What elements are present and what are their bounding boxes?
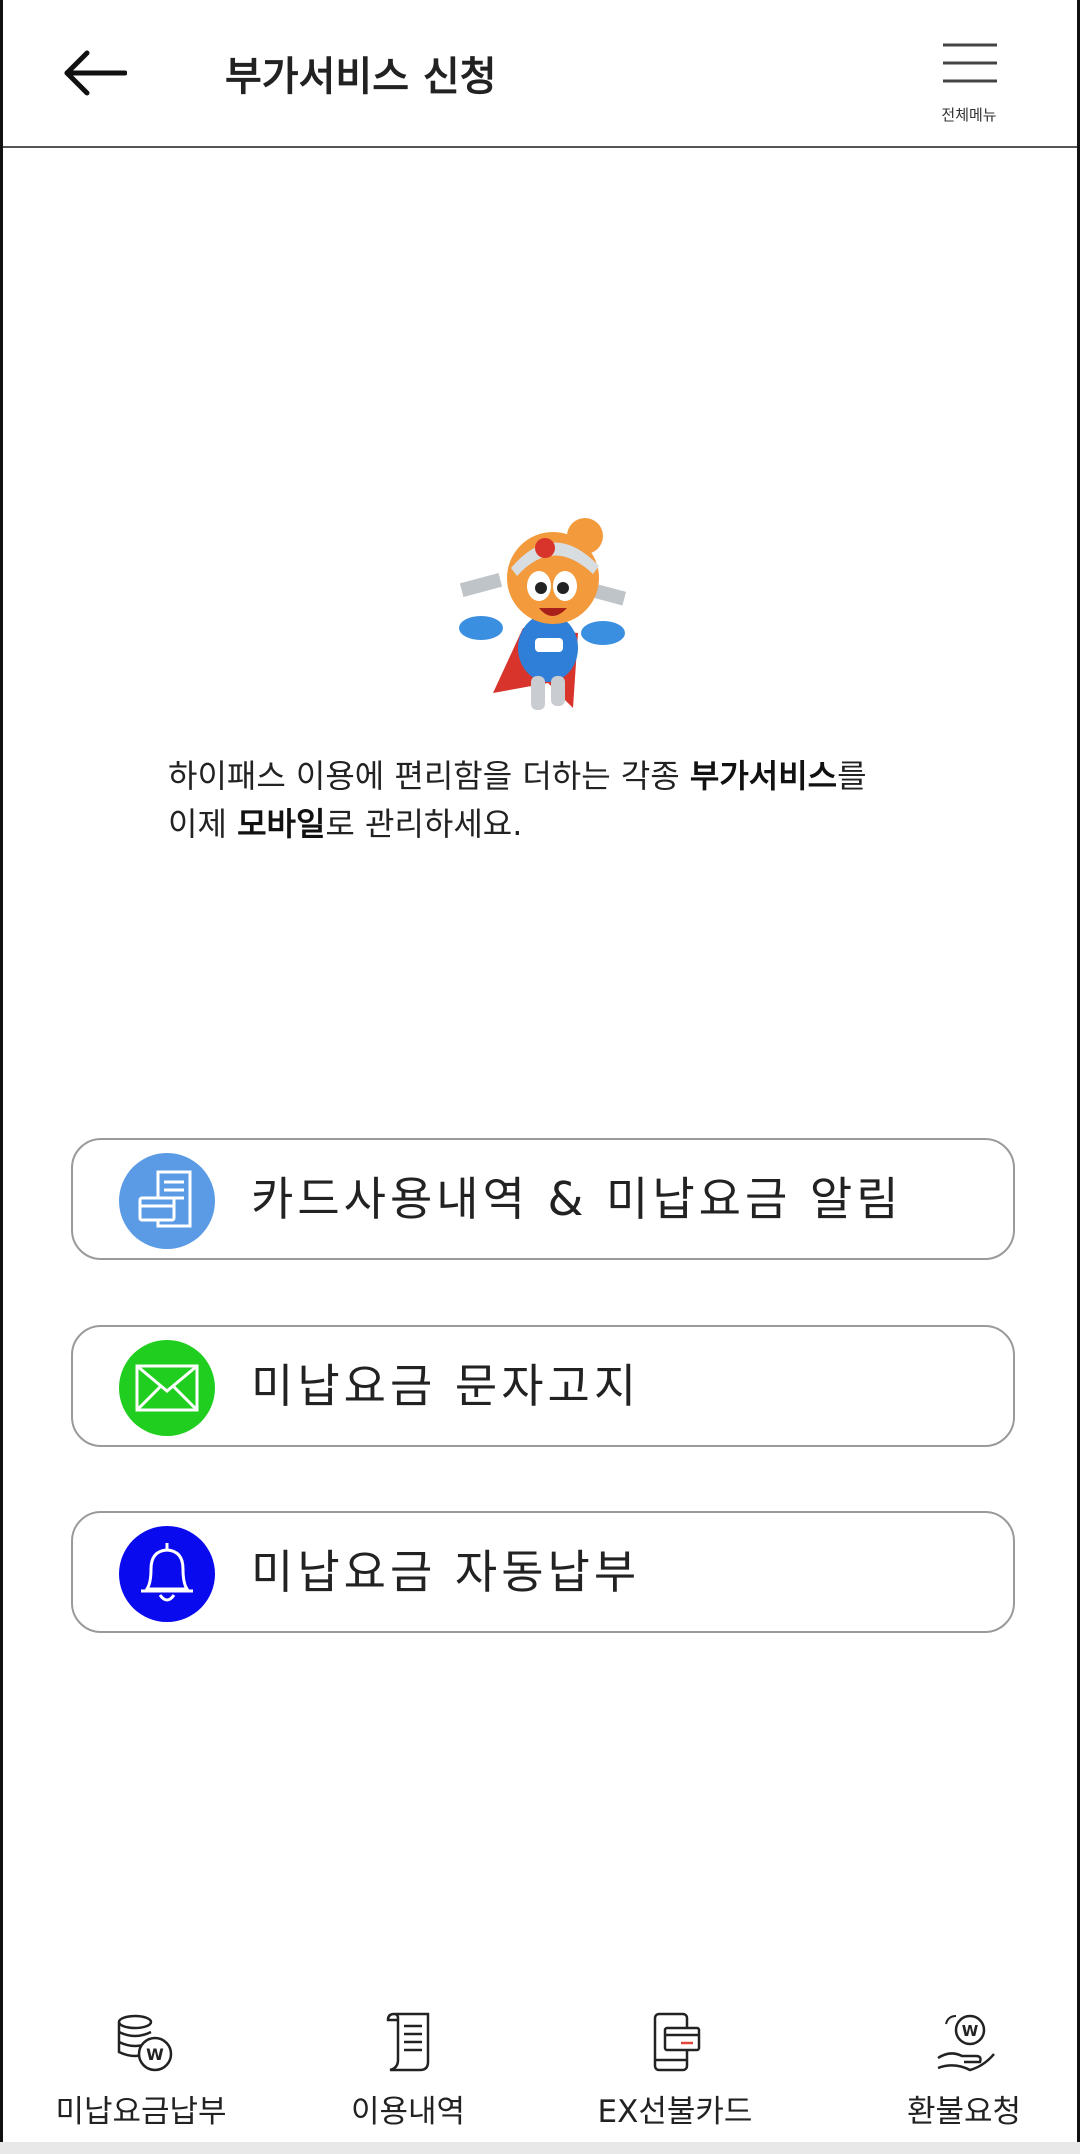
system-nav-strip [0, 2142, 1080, 2154]
nav-usage-history[interactable]: 이용내역 [288, 2000, 528, 2130]
full-menu-button[interactable]: 전체메뉴 [923, 38, 1015, 128]
nav-label: 이용내역 [350, 2094, 466, 2130]
intro-line-1: 하이패스 이용에 편리함을 더하는 각종 부가서비스를 [168, 757, 867, 795]
card-receipt-icon [119, 1153, 215, 1249]
service-label: 미납요금 자동납부 [251, 1545, 641, 1599]
bottom-navigation: W 미납요금납부 이용내역 EX선불카드 W 환불요청 [3, 2000, 1077, 2154]
nav-label: 미납요금납부 [55, 2094, 227, 2130]
intro-text: 하이패스 이용에 편리함을 더하는 각종 부가서비스를 이제 모바일로 관리하세… [168, 752, 968, 848]
nav-label: 환불요청 [906, 2094, 1022, 2130]
service-label: 미납요금 문자고지 [251, 1359, 641, 1413]
coins-icon: W [117, 2014, 173, 2072]
receipt-icon [386, 2012, 430, 2072]
intro-line-2: 이제 모바일로 관리하세요. [168, 805, 523, 843]
service-label: 카드사용내역 & 미납요금 알림 [251, 1172, 903, 1226]
app-screen: 부가서비스 신청 전체메뉴 하이패스 이용에 편리함을 더하는 각종 부가서비스… [0, 0, 1080, 2154]
page-title: 부가서비스 신청 [225, 54, 497, 100]
refund-hand-icon: W [937, 2014, 995, 2072]
svg-text:W: W [962, 2022, 979, 2040]
envelope-icon [119, 1340, 215, 1436]
nav-ex-prepaid-card[interactable]: EX선불카드 [555, 2000, 795, 2130]
back-arrow-icon [64, 50, 127, 96]
nav-label: EX선불카드 [597, 2094, 753, 2130]
mascot-illustration [459, 518, 627, 710]
back-button[interactable] [55, 38, 135, 108]
nav-refund-request[interactable]: W 환불요청 [844, 2000, 1080, 2130]
bell-icon [119, 1526, 215, 1622]
prepaid-card-icon [653, 2012, 701, 2072]
full-menu-label: 전체메뉴 [941, 106, 997, 124]
card-usage-unpaid-alert-button[interactable]: 카드사용내역 & 미납요금 알림 [71, 1138, 1015, 1260]
unpaid-auto-payment-button[interactable]: 미납요금 자동납부 [71, 1511, 1015, 1633]
svg-text:W: W [146, 2045, 164, 2064]
hamburger-menu-icon [943, 43, 997, 83]
top-app-bar: 부가서비스 신청 전체메뉴 [3, 0, 1077, 148]
unpaid-sms-notice-button[interactable]: 미납요금 문자고지 [71, 1325, 1015, 1447]
nav-unpaid-payment[interactable]: W 미납요금납부 [21, 2000, 261, 2130]
